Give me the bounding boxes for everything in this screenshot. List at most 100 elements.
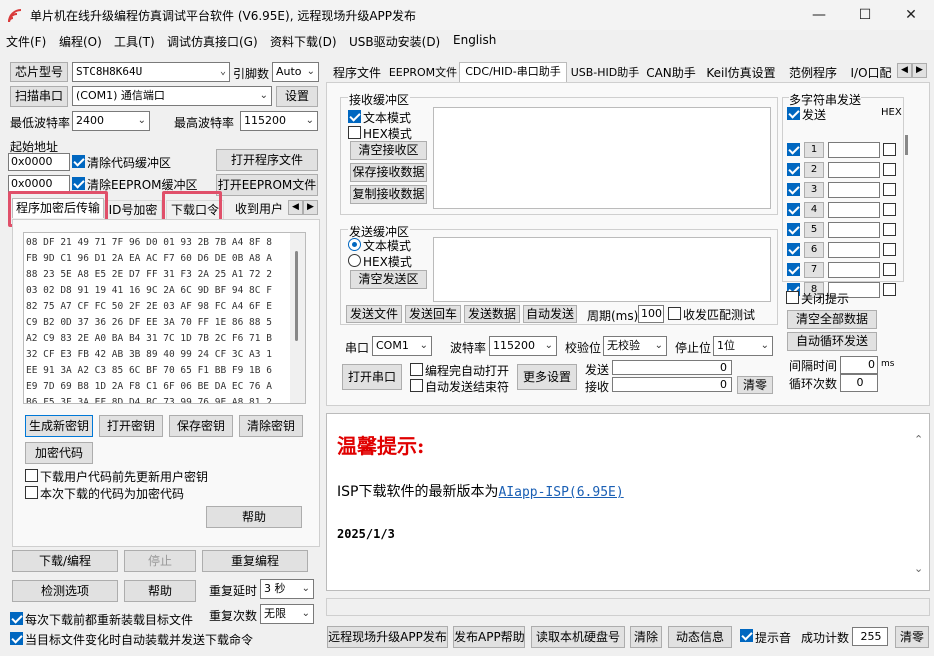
send-hex-mode-radio[interactable] [348,254,361,267]
open-key-button[interactable]: 打开密钥 [99,415,163,437]
period-input[interactable]: 100 [638,305,664,323]
help-button[interactable]: 帮助 [124,580,196,602]
copy-receive-button[interactable]: 复制接收数据 [350,185,427,204]
tab-received-user[interactable]: 收到用户 [228,200,290,220]
save-receive-button[interactable]: 保存接收数据 [350,163,427,182]
multi-send-row-hex-checkbox[interactable] [883,183,896,196]
multi-send-row-hex-checkbox[interactable] [883,223,896,236]
tab-id-encrypt[interactable]: ID号加密 [104,200,162,220]
save-key-button[interactable]: 保存密钥 [169,415,233,437]
auto-end-checkbox[interactable] [410,379,423,392]
key-hex-view[interactable]: 08 DF 21 49 71 7F 96 D0 01 93 2B 7B A4 8… [23,232,306,404]
download-program-button[interactable]: 下载/编程 [12,550,118,572]
multi-send-row-button[interactable]: 3 [804,182,824,198]
multi-send-row-input[interactable] [828,142,880,158]
multi-send-row-input[interactable] [828,202,880,218]
beep-checkbox[interactable] [740,629,753,642]
serial-port-select[interactable]: COM1 ⌄ [372,336,432,356]
multi-send-row-hex-checkbox[interactable] [883,143,896,156]
notice-scroll-up-icon[interactable]: ⌃ [914,433,923,446]
multi-send-row-button[interactable]: 1 [804,142,824,158]
multi-send-all-checkbox[interactable] [787,107,800,120]
hex-scrollbar[interactable] [290,233,305,403]
multi-scrollbar[interactable] [905,135,908,155]
menu-program[interactable]: 编程(O) [59,33,102,50]
open-eeprom-file-button[interactable]: 打开EEPROM文件 [216,174,318,196]
clear-counts-button[interactable]: 清零 [737,376,773,394]
tab-cdc-hid-serial[interactable]: CDC/HID-串口助手 [459,62,567,82]
auto-open-checkbox[interactable] [410,363,423,376]
stop-button[interactable]: 停止 [124,550,196,572]
clear-code-checkbox[interactable] [72,155,85,168]
multi-send-row-hex-checkbox[interactable] [883,263,896,276]
right-tab-scroll-left-icon[interactable]: ◀ [897,63,912,78]
max-baud-select[interactable]: 115200 ⌄ [240,111,318,131]
clear-all-data-button[interactable]: 清空全部数据 [787,310,877,329]
update-key-checkbox[interactable] [25,469,38,482]
receive-textarea[interactable] [433,107,771,209]
multi-send-row-checkbox[interactable] [787,203,800,216]
multi-send-row-input[interactable] [828,222,880,238]
multi-send-row-button[interactable]: 7 [804,262,824,278]
close-prompt-checkbox[interactable] [786,291,799,304]
read-disk-id-button[interactable]: 读取本机硬盘号 [531,626,625,648]
code-addr-input[interactable]: 0x0000 [8,153,70,171]
check-options-button[interactable]: 检测选项 [12,580,118,602]
tab-keil-sim[interactable]: Keil仿真设置 [700,64,782,84]
menu-download[interactable]: 资料下载(D) [270,33,337,50]
open-serial-button[interactable]: 打开串口 [342,364,402,390]
multi-send-row-input[interactable] [828,162,880,178]
multi-send-row-button[interactable]: 2 [804,162,824,178]
scan-port-button[interactable]: 扫描串口 [10,86,68,107]
multi-send-row-button[interactable]: 6 [804,242,824,258]
port-select[interactable]: (COM1) 通信端口 ⌄ [72,86,272,106]
multi-send-row-hex-checkbox[interactable] [883,283,896,296]
pins-select[interactable]: Auto ⌄ [272,62,319,82]
min-baud-select[interactable]: 2400 ⌄ [72,111,150,131]
tab-usb-hid[interactable]: USB-HID助手 [568,64,642,84]
multi-send-row-checkbox[interactable] [787,263,800,276]
publish-app-button[interactable]: 远程现场升级APP发布 [327,626,448,648]
right-tab-scroll-right-icon[interactable]: ▶ [912,63,927,78]
reset-count-button[interactable]: 清零 [895,626,929,648]
menu-tools[interactable]: 工具(T) [114,33,155,50]
send-return-button[interactable]: 发送回车 [405,305,461,323]
tab-scroll-right-icon[interactable]: ▶ [303,200,318,215]
encrypt-code-button[interactable]: 加密代码 [25,442,93,464]
encrypt-help-button[interactable]: 帮助 [206,506,302,528]
clear-key-button[interactable]: 清除密钥 [239,415,303,437]
encrypted-code-checkbox[interactable] [25,486,38,499]
send-file-button[interactable]: 发送文件 [346,305,402,323]
minimize-button[interactable]: — [796,0,842,30]
notice-scroll-down-icon[interactable]: ⌄ [914,562,923,575]
multi-send-row-checkbox[interactable] [787,143,800,156]
publish-help-button[interactable]: 发布APP帮助 [453,626,525,648]
multi-send-row-checkbox[interactable] [787,243,800,256]
send-text-mode-radio[interactable] [348,238,361,251]
maximize-button[interactable]: ☐ [842,0,888,30]
send-data-button[interactable]: 发送数据 [464,305,520,323]
parity-select[interactable]: 无校验 ⌄ [603,336,667,356]
tab-examples[interactable]: 范例程序 [784,64,842,84]
multi-send-row-input[interactable] [828,242,880,258]
menu-debug[interactable]: 调试仿真接口(G) [167,33,258,50]
multi-send-row-input[interactable] [828,262,880,278]
send-textarea[interactable] [433,237,771,302]
stop-bits-select[interactable]: 1位 ⌄ [713,336,773,356]
recv-text-mode-checkbox[interactable] [348,110,361,123]
menu-usb-driver[interactable]: USB驱动安装(D) [349,33,440,50]
latest-version-link[interactable]: AIapp-ISP(6.95E) [498,485,623,500]
clear-button[interactable]: 清除 [630,626,662,648]
multi-send-row-hex-checkbox[interactable] [883,203,896,216]
multi-send-row-checkbox[interactable] [787,163,800,176]
tab-io-config[interactable]: I/O口配 [844,64,898,84]
multi-send-row-hex-checkbox[interactable] [883,163,896,176]
auto-loop-send-button[interactable]: 自动循环发送 [787,332,877,351]
interval-input[interactable]: 0 [840,356,878,374]
menu-file[interactable]: 文件(F) [6,33,46,50]
tab-can[interactable]: CAN助手 [644,64,698,84]
repeat-program-button[interactable]: 重复编程 [202,550,308,572]
close-button[interactable]: ✕ [888,0,934,30]
multi-send-row-button[interactable]: 5 [804,222,824,238]
port-settings-button[interactable]: 设置 [276,86,318,107]
